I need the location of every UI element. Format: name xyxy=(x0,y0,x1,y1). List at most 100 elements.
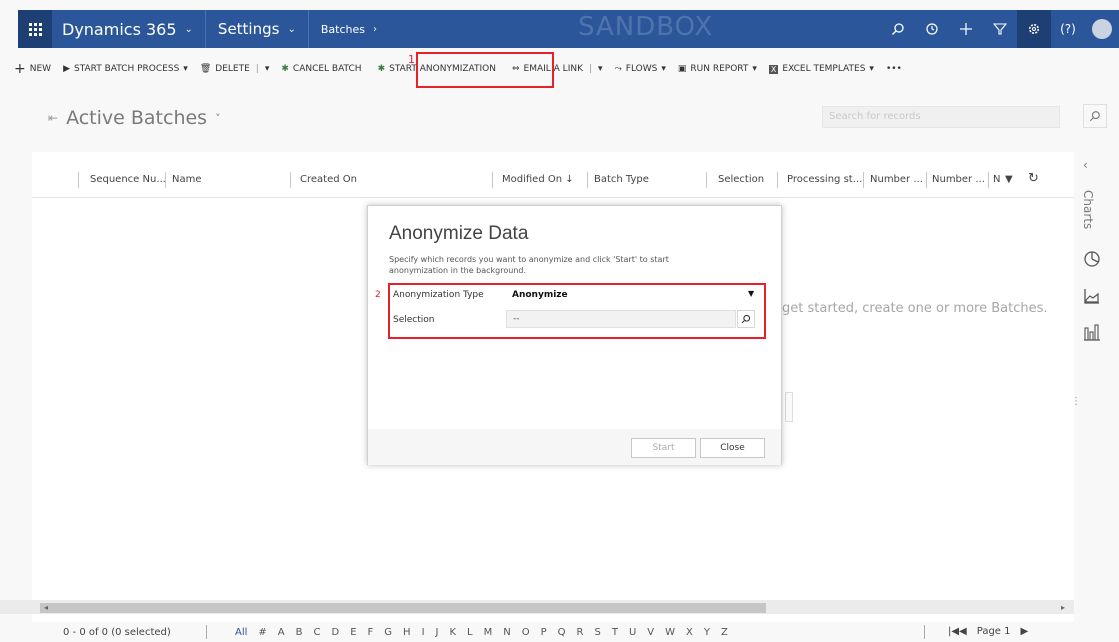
area-chart-icon[interactable] xyxy=(1083,287,1101,309)
letter-filter[interactable]: X xyxy=(686,627,693,638)
dropdown-arrow-icon[interactable]: ▼ xyxy=(748,289,754,298)
column-header[interactable]: N xyxy=(993,174,1000,185)
letter-filter[interactable]: S xyxy=(594,627,600,638)
search-button[interactable] xyxy=(881,10,915,48)
lookup-button[interactable] xyxy=(737,310,755,328)
waffle-icon xyxy=(28,22,42,36)
app-switcher[interactable]: Dynamics 365 ⌄ xyxy=(52,10,206,48)
letter-filter[interactable]: V xyxy=(647,627,654,638)
help-button[interactable]: (?) xyxy=(1051,10,1085,48)
letter-filter[interactable]: B xyxy=(296,627,303,638)
letter-filter[interactable]: H xyxy=(403,627,411,638)
column-header[interactable]: Processing st... xyxy=(787,174,862,185)
annotation-marker-1: 1 xyxy=(408,53,415,66)
chevron-down-icon: ▾ xyxy=(869,64,874,74)
start-batch-process-button[interactable]: ▶ START BATCH PROCESS ▾ xyxy=(57,58,194,80)
settings-button[interactable] xyxy=(1017,10,1051,48)
letter-filter[interactable]: Z xyxy=(721,627,728,638)
search-input[interactable]: Search for records xyxy=(822,106,1060,128)
column-separator xyxy=(78,172,79,188)
letter-filter[interactable]: L xyxy=(467,627,473,638)
new-button[interactable]: + NEW xyxy=(8,58,57,80)
column-separator xyxy=(492,172,493,188)
anonymization-type-select[interactable]: Anonymize xyxy=(512,290,568,300)
charts-label[interactable]: Charts xyxy=(1081,190,1095,229)
letter-filter[interactable]: G xyxy=(384,627,392,638)
letter-filter[interactable]: U xyxy=(629,627,636,638)
next-page-icon[interactable]: ▶ xyxy=(1021,626,1029,637)
letter-filter[interactable]: M xyxy=(484,627,493,638)
first-page-icon[interactable]: |◀◀ xyxy=(948,626,967,637)
filter-icon[interactable]: ▼ xyxy=(1005,174,1013,185)
bar-chart-icon[interactable] xyxy=(1083,322,1101,346)
chevron-left-icon[interactable]: ‹ xyxy=(1083,158,1088,172)
excel-templates-button[interactable]: X EXCEL TEMPLATES ▾ xyxy=(763,58,880,80)
letter-filter[interactable]: T xyxy=(612,627,618,638)
view-selector[interactable]: ⇤ Active Batches ˅ xyxy=(48,107,221,129)
column-header-sorted[interactable]: Modified On ↓ xyxy=(502,174,574,185)
background-placeholder xyxy=(785,392,793,422)
letter-filter[interactable]: Y xyxy=(704,627,710,638)
selection-lookup-input[interactable]: -- xyxy=(506,310,736,328)
search-button[interactable] xyxy=(1083,104,1107,128)
run-report-button[interactable]: ▣ RUN REPORT ▾ xyxy=(672,58,763,80)
more-commands-button[interactable]: ••• xyxy=(880,58,908,80)
ellipsis-icon: ••• xyxy=(885,64,902,74)
search-icon xyxy=(892,23,904,35)
close-button[interactable]: Close xyxy=(700,438,765,458)
letter-filter[interactable]: E xyxy=(350,627,356,638)
letter-filter[interactable]: # xyxy=(258,627,266,638)
top-nav-bar: Dynamics 365 ⌄ Settings ⌄ Batches › SAND… xyxy=(18,10,1119,48)
advanced-find-button[interactable] xyxy=(983,10,1017,48)
letter-filter[interactable]: K xyxy=(449,627,456,638)
user-profile-button[interactable] xyxy=(1085,10,1119,48)
area-switcher[interactable]: Settings ⌄ xyxy=(206,10,309,48)
breadcrumb[interactable]: Batches › xyxy=(309,23,389,36)
anonymize-data-dialog: Anonymize Data Specify which records you… xyxy=(367,205,782,465)
delete-button[interactable]: 🗑 DELETE | ▾ xyxy=(194,58,276,80)
flows-button[interactable]: ⤳ FLOWS ▾ xyxy=(609,58,672,80)
letter-filter[interactable]: F xyxy=(368,627,374,638)
letter-filter[interactable]: J xyxy=(436,627,439,638)
app-launcher-button[interactable] xyxy=(18,10,52,48)
environment-watermark: SANDBOX xyxy=(578,12,714,42)
scroll-right-icon[interactable]: ▸ xyxy=(1061,603,1065,612)
play-icon: ▶ xyxy=(63,64,70,74)
letter-filter[interactable]: R xyxy=(577,627,584,638)
pie-chart-icon[interactable] xyxy=(1083,250,1101,272)
recent-button[interactable] xyxy=(915,10,949,48)
cancel-batch-button[interactable]: ✱ CANCEL BATCH xyxy=(275,58,367,80)
highlight-box-start-anonymization xyxy=(416,52,554,88)
column-header[interactable]: Batch Type xyxy=(594,174,649,185)
column-header[interactable]: Name xyxy=(172,174,202,185)
letter-filter[interactable]: P xyxy=(541,627,547,638)
letter-filter[interactable]: N xyxy=(503,627,510,638)
gear-icon: ✱ xyxy=(377,64,386,74)
scroll-left-icon[interactable]: ◂ xyxy=(44,603,48,612)
column-header[interactable]: Number ... xyxy=(870,174,923,185)
letter-filter[interactable]: C xyxy=(314,627,321,638)
resize-handle-icon[interactable]: ⋮ xyxy=(1071,396,1081,407)
start-button[interactable]: Start xyxy=(631,438,696,458)
letter-filter[interactable]: O xyxy=(522,627,530,638)
letter-filter[interactable]: A xyxy=(278,627,285,638)
column-separator xyxy=(863,172,864,188)
grid-header: Sequence Nu... Name Created On Modified … xyxy=(32,152,1074,198)
nav-icon-group: (?) xyxy=(881,10,1119,48)
letter-filter[interactable]: Q xyxy=(558,627,566,638)
refresh-icon[interactable]: ↻ xyxy=(1028,171,1039,186)
column-header[interactable]: Sequence Nu... xyxy=(90,174,166,185)
chevron-down-icon: ▾ xyxy=(183,64,188,74)
letter-filter[interactable]: I xyxy=(422,627,425,638)
column-header[interactable]: Selection xyxy=(718,174,764,185)
letter-filter[interactable]: W xyxy=(665,627,675,638)
column-header[interactable]: Number ... xyxy=(932,174,985,185)
selection-label: Selection xyxy=(393,315,435,325)
column-header[interactable]: Created On xyxy=(300,174,357,185)
scrollbar-thumb[interactable] xyxy=(40,603,766,613)
letter-filter[interactable]: D xyxy=(332,627,340,638)
quick-create-button[interactable] xyxy=(949,10,983,48)
run-report-label: RUN REPORT xyxy=(690,64,749,74)
annotation-marker-2: 2 xyxy=(375,290,381,300)
letter-filter[interactable]: All xyxy=(235,627,247,638)
